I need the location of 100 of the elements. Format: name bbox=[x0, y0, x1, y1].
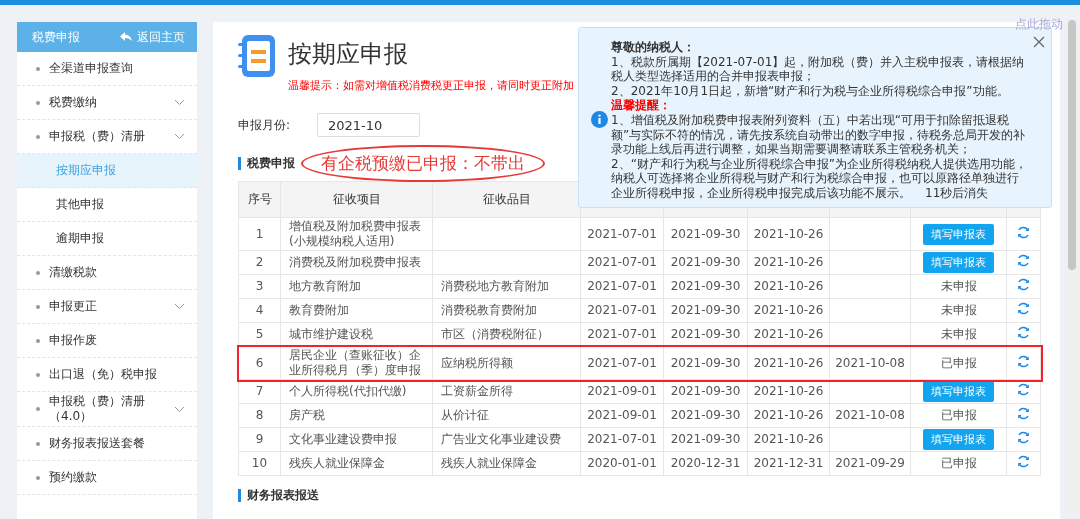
sidebar-item[interactable]: 清缴税款 bbox=[17, 256, 197, 290]
table-cell: 2020-01-01 bbox=[580, 451, 664, 476]
refresh-icon[interactable] bbox=[1017, 407, 1030, 420]
table-cell: 工资薪金所得 bbox=[432, 379, 581, 404]
status-text: 未申报 bbox=[940, 279, 977, 293]
table-cell: 2021-10-26 bbox=[747, 403, 830, 428]
sidebar-subitem[interactable]: 其他申报 bbox=[17, 188, 197, 222]
sidebar-item[interactable]: 全渠道申报查询 bbox=[17, 52, 197, 86]
table-cell: 2021-10-08 bbox=[829, 346, 911, 380]
section-title: 财务报表报送 bbox=[238, 489, 319, 502]
table-cell: 7 bbox=[238, 379, 281, 404]
table-cell: 2021-07-01 bbox=[580, 217, 664, 251]
table-cell: 残疾人就业保障金 bbox=[280, 451, 433, 476]
table-cell: 1 bbox=[238, 217, 281, 251]
table-cell: 广告业文化事业建设费 bbox=[432, 427, 581, 452]
refresh-icon[interactable] bbox=[1017, 278, 1030, 291]
refresh-icon[interactable] bbox=[1017, 455, 1030, 468]
table-cell: 2021-09-01 bbox=[580, 379, 664, 404]
status-text: 已申报 bbox=[940, 355, 977, 370]
info-icon bbox=[591, 111, 608, 128]
table-cell: 2021-10-08 bbox=[829, 403, 911, 428]
table-cell: 4 bbox=[238, 298, 281, 323]
table-cell: 2021-07-01 bbox=[580, 346, 664, 380]
table-cell: 教育费附加 bbox=[280, 298, 433, 323]
close-button[interactable] bbox=[1033, 36, 1045, 48]
table-cell: 2021-07-01 bbox=[580, 427, 664, 452]
month-label: 申报月份: bbox=[238, 116, 292, 134]
notice-text: 1、税款所属期【2021-07-01】起，附加税（费）并入主税申报表，请根据纳税人类型选择适用的合并申报表申报； bbox=[611, 54, 1026, 84]
refresh-icon[interactable] bbox=[1017, 302, 1030, 315]
table-cell: 2021-10-26 bbox=[747, 346, 830, 380]
sidebar-item[interactable]: 申报税（费）清册（4.0） bbox=[17, 392, 197, 427]
status-text: 未申报 bbox=[940, 303, 977, 317]
table-cell: 2021-10-26 bbox=[747, 427, 830, 452]
table-cell: 2021-09-30 bbox=[663, 427, 748, 452]
table-cell: 残疾人就业保障金 bbox=[432, 451, 581, 476]
notice-text: 1、增值税及附加税费申报表附列资料（五）中若出现“可用于扣除留抵退税额”与实际不符的情况，请先按系统自动带出的数字申报，待税务总局开发的补录功能上线后再进行调整，如果当期需要调整请联系主管税务机关； bbox=[611, 112, 1027, 157]
table-cell: 2021-09-29 bbox=[829, 451, 911, 476]
table-cell: 2021-07-01 bbox=[580, 274, 664, 299]
notebook-icon bbox=[238, 34, 276, 78]
table-cell: 文化事业建设费申报 bbox=[280, 427, 433, 452]
refresh-icon[interactable] bbox=[1017, 225, 1030, 239]
hint-text: 温馨提示：如需对增值税消费税更正申报，请同时更正附加 bbox=[288, 78, 574, 93]
page-title: 按期应申报 bbox=[288, 39, 409, 70]
table-cell: 2021-12-31 bbox=[747, 451, 830, 476]
notice-greeting: 尊敬的纳税人： bbox=[611, 40, 696, 55]
notice-text: 2、2021年10月1日起，新增“财产和行为税与企业所得税综合申报”功能。 bbox=[611, 83, 1010, 99]
chevron-down-icon[interactable] bbox=[174, 99, 185, 106]
table-cell: 消费税教育费附加 bbox=[432, 298, 581, 323]
sidebar-item[interactable]: 出口退（免）税申报 bbox=[17, 358, 197, 392]
table-cell: 2021-09-01 bbox=[580, 403, 664, 428]
reminder-title: 温馨提醒： bbox=[611, 98, 672, 113]
sidebar-subitem[interactable]: 逾期申报 bbox=[17, 222, 197, 256]
status-text: 未申报 bbox=[940, 327, 977, 341]
table-cell: 2021-07-01 bbox=[580, 250, 664, 275]
month-field[interactable]: 2021-10 bbox=[317, 113, 420, 137]
table-cell: 从价计征 bbox=[432, 403, 581, 428]
status-text: 已申报 bbox=[940, 456, 977, 470]
table-cell: 2021-09-30 bbox=[663, 379, 748, 404]
sidebar-item[interactable]: 财务报表报送套餐 bbox=[17, 427, 197, 461]
refresh-icon[interactable] bbox=[1017, 354, 1030, 368]
sidebar-item[interactable]: 申报更正 bbox=[17, 290, 197, 324]
table-cell: 增值税及附加税费申报表(小规模纳税人适用) bbox=[280, 217, 433, 251]
table-cell: 8 bbox=[238, 403, 281, 428]
section-title: 税费申报 bbox=[238, 156, 295, 170]
table-cell: 2021-09-30 bbox=[663, 346, 748, 380]
table-cell: 居民企业（查账征收）企业所得税月（季）度申报 bbox=[280, 346, 433, 380]
notice-text: 2、“财产和行为税与企业所得税综合申报”为企业所得税纳税人提供选用功能，纳税人可选择将企业所得税与财产和行为税综合申报，也可以原路径单独进行企业所得税申报，企业所得税申报完成后该功能不展示。 11秒后消失 bbox=[611, 156, 1029, 201]
refresh-icon[interactable] bbox=[1017, 383, 1030, 396]
sidebar-item[interactable]: 预约缴款 bbox=[17, 461, 197, 495]
table-cell: 2021-10-26 bbox=[747, 217, 830, 251]
scrollbar[interactable] bbox=[1065, 20, 1080, 517]
table-cell: 房产税 bbox=[280, 403, 433, 428]
column-header: 征收品目 bbox=[432, 181, 581, 218]
refresh-icon[interactable] bbox=[1017, 431, 1030, 444]
table-cell: 2021-09-30 bbox=[663, 274, 748, 299]
table-cell: 2021-07-01 bbox=[580, 298, 664, 323]
sidebar-item[interactable]: 申报作废 bbox=[17, 324, 197, 358]
table-cell: 个人所得税(代扣代缴) bbox=[280, 379, 433, 404]
chevron-down-icon[interactable] bbox=[174, 405, 185, 413]
back-arrow-icon bbox=[120, 32, 132, 42]
column-header: 序号 bbox=[238, 181, 281, 218]
column-header: 征收项目 bbox=[280, 181, 433, 218]
table-cell: 地方教育附加 bbox=[280, 274, 433, 299]
chevron-down-icon[interactable] bbox=[174, 133, 185, 140]
table-cell: 2021-10-26 bbox=[747, 274, 830, 299]
table-cell: 消费税地方教育附加 bbox=[432, 274, 581, 299]
table-cell: 6 bbox=[238, 346, 281, 380]
refresh-icon[interactable] bbox=[1017, 254, 1030, 267]
table-cell: 5 bbox=[238, 322, 281, 347]
sidebar-item[interactable]: 税费缴纳 bbox=[17, 86, 197, 120]
table-cell: 2021-10-26 bbox=[747, 379, 830, 404]
table-cell: 2020-12-31 bbox=[663, 451, 748, 476]
refresh-icon[interactable] bbox=[1017, 326, 1030, 339]
table-cell: 3 bbox=[238, 274, 281, 299]
table-cell: 2021-09-30 bbox=[663, 298, 748, 323]
table-cell: 2021-10-26 bbox=[747, 250, 830, 275]
chevron-down-icon[interactable] bbox=[174, 303, 185, 310]
table-cell: 2021-09-30 bbox=[663, 217, 748, 251]
table-cell: 2021-09-30 bbox=[663, 403, 748, 428]
table-cell: 9 bbox=[238, 427, 281, 452]
